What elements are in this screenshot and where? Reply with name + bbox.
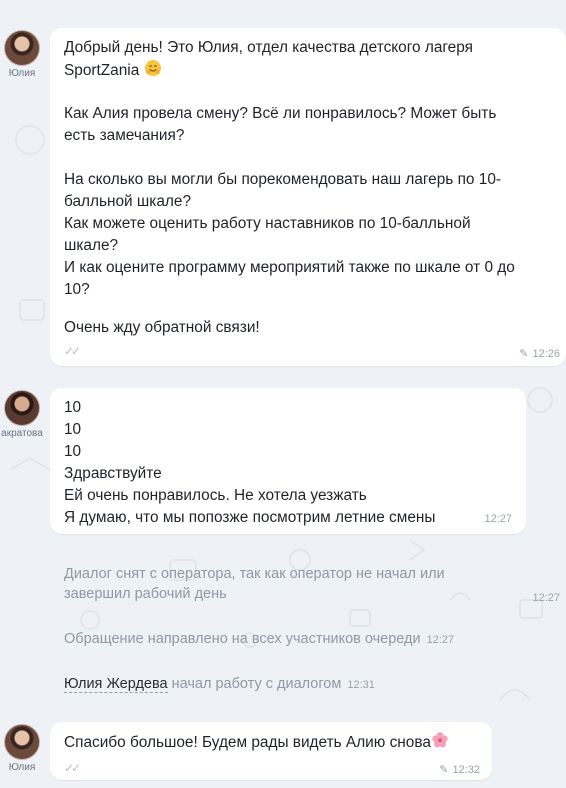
avatar[interactable] [4, 724, 40, 760]
message-text: Добрый день! Это Юлия, отдел качества де… [64, 37, 473, 84]
message-bubble[interactable]: Спасибо большое! Будем рады видеть Алию … [50, 722, 492, 780]
avatar-name: акратова [1, 428, 43, 439]
sender-avatar-block: акратова [0, 390, 44, 439]
avatar-name: Юлия [8, 762, 36, 773]
system-text: Диалог снят с оператора, так как операто… [64, 566, 445, 602]
edited-pencil-icon: ✎ [439, 764, 449, 776]
message-time: 12:27 [426, 634, 455, 646]
message-text: Как Алия провела смену? Всё ли понравило… [64, 105, 497, 144]
system-message-queue: Обращение направлено на всех участников … [64, 629, 454, 650]
message-time: 12:26 [532, 348, 560, 360]
message-time: 12:27 [532, 592, 560, 604]
edited-pencil-icon: ✎ [519, 348, 529, 360]
message-time: 12:31 [347, 679, 375, 691]
read-checkmarks-icon: ✓✓ [64, 761, 81, 775]
cherry-blossom-icon [431, 731, 449, 756]
message-time: 12:27 [484, 513, 512, 525]
read-checkmarks-icon: ✓✓ [64, 344, 81, 358]
message-meta: 12:27 [484, 508, 512, 530]
message-time: 12:32 [452, 764, 480, 776]
system-message-operator-removed: Диалог снят с оператора, так как операто… [64, 564, 560, 604]
system-message-agent-started: Юлия Жердева начал работу с диалогом 12:3… [64, 674, 375, 695]
message-text: На сколько вы могли бы порекомендовать н… [64, 171, 515, 298]
message-text: Спасибо большое! Будем рады видеть Алию … [64, 731, 449, 756]
system-text: начал работу с диалогом [171, 676, 342, 692]
message-meta: ✎ 12:32 [439, 759, 480, 781]
avatar-name: Юлия [8, 68, 36, 79]
message-bubble[interactable]: 10 10 10 Здравствуйте Ей очень понравило… [50, 388, 526, 534]
message-text: Очень жду обратной связи! [64, 319, 260, 336]
avatar[interactable] [4, 390, 40, 426]
message-bubble[interactable]: Добрый день! Это Юлия, отдел качества де… [50, 28, 566, 366]
system-text: Обращение направлено на всех участников … [64, 631, 421, 647]
smiling-hugging-face-icon [144, 59, 162, 84]
sender-avatar-block: Юлия [0, 724, 44, 773]
message-meta: ✎ 12:26 [519, 343, 560, 365]
agent-name-link[interactable]: Юлия Жердева [64, 676, 168, 693]
message-text: 10 10 10 Здравствуйте Ей очень понравило… [64, 399, 436, 526]
sender-avatar-block: Юлия [0, 30, 44, 79]
avatar[interactable] [4, 30, 40, 66]
